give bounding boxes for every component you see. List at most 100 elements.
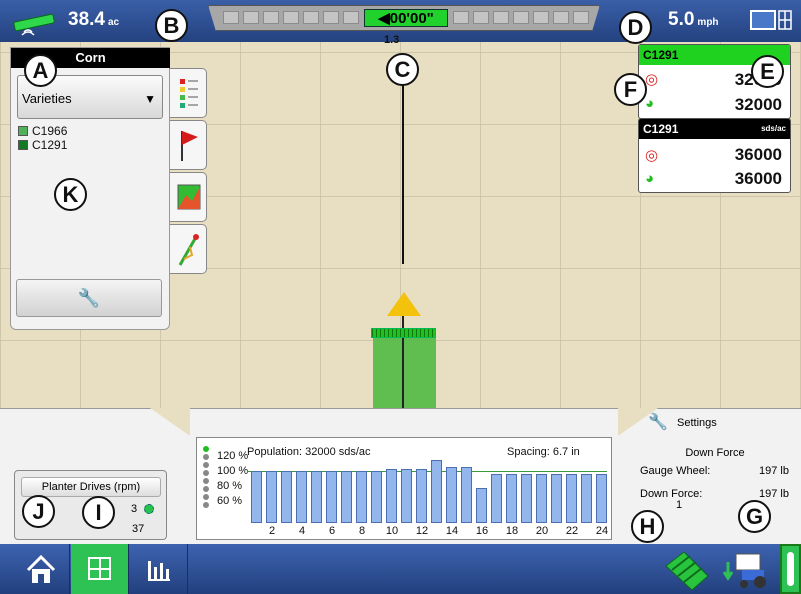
row-bar [551, 474, 562, 523]
implement-sections [371, 328, 436, 338]
drive-rpm: 37 [132, 523, 145, 535]
guidance-icon [178, 234, 199, 266]
x-tick-label: 20 [535, 525, 549, 537]
target-rate-icon: ◎ [645, 147, 659, 164]
speed-value: 5.0 [668, 9, 695, 30]
area-unit: ac [107, 17, 120, 28]
dropdown-arrow-icon: ▼ [144, 92, 156, 106]
home-button[interactable] [12, 544, 70, 594]
actual-rate-value: 32000 [734, 95, 782, 114]
wrench-icon: 🔧 [77, 288, 101, 308]
x-tick-label: 10 [385, 525, 399, 537]
actual-rate-icon: ◕ [645, 95, 655, 112]
flag-tab[interactable] [170, 120, 207, 170]
row-bar [521, 474, 532, 523]
planter-sections-icon[interactable] [662, 548, 712, 592]
dropdown-value: Varieties [22, 91, 72, 106]
x-tick-label: 12 [415, 525, 429, 537]
row-bar [386, 468, 397, 523]
row-indicator-dot [203, 462, 209, 468]
area-readout[interactable]: 38.4 ac [68, 9, 119, 31]
target-rate-icon: ◎ [645, 71, 659, 88]
legend-list-icon [180, 79, 198, 108]
y-tick-label: 100 % [217, 465, 249, 477]
row-bar [461, 466, 472, 523]
population-chart[interactable]: 120 % 100 % 80 % 60 % Population: 32000 … [196, 437, 612, 540]
gps-satellite-icon[interactable] [10, 10, 62, 36]
row-subvalue: 1 [676, 499, 683, 511]
settings-link[interactable]: Settings [677, 417, 717, 429]
rate-unit: sds/ac [761, 124, 786, 133]
y-tick-label: 80 % [217, 480, 243, 492]
row-bar [431, 459, 442, 523]
nav-bar [0, 544, 801, 594]
bar-chart-button[interactable] [130, 544, 188, 594]
target-rate-value: 36000 [734, 145, 782, 164]
x-tick-label: 24 [595, 525, 609, 537]
lightbar-segment [303, 11, 319, 24]
x-tick-label: 4 [298, 525, 306, 537]
lightbar-segment [513, 11, 529, 24]
top-bar: 38.4 ac ◀00'00" 5.0 mph [0, 0, 801, 42]
row-bar [446, 466, 457, 523]
map-layer-tab[interactable] [170, 172, 207, 222]
row-indicator-dot [203, 470, 209, 476]
row-bar [536, 474, 547, 523]
down-force-panel[interactable]: 🔧 Settings Down Force Gauge Wheel: 197 l… [640, 410, 800, 520]
lightbar-segment [493, 11, 509, 24]
lightbar-segment [223, 11, 239, 24]
lightbar-segment [323, 11, 339, 24]
lightbar-subtext: 1.3 [384, 34, 400, 46]
planter-drives-title: Planter Drives (rpm) [21, 477, 161, 497]
callout-f: F [614, 73, 647, 106]
legend-label: C1966 [32, 124, 68, 138]
callout-i: I [82, 496, 115, 529]
row-bar [371, 471, 382, 523]
status-indicator[interactable] [780, 544, 801, 594]
lightbar-segment [453, 11, 469, 24]
row-bar [266, 471, 277, 523]
row-bar [416, 468, 427, 523]
row-indicator-dot [203, 454, 209, 460]
map-layer-icon [177, 184, 201, 210]
lightbar-segment [553, 11, 569, 24]
x-tick-label: 22 [565, 525, 579, 537]
guidance-tab[interactable] [170, 224, 207, 274]
rate-panel-2[interactable]: C1291 sds/ac ◎ 36000 ◕ 36000 [638, 118, 791, 193]
display-toggle-icon[interactable] [749, 8, 793, 34]
lightbar-offset-value: 00'00" [389, 10, 434, 27]
guidance-line [402, 56, 404, 264]
x-tick-label: 2 [268, 525, 276, 537]
callout-g: G [738, 500, 771, 533]
legend-tab[interactable] [170, 68, 207, 118]
product-name: C1291 [643, 48, 679, 62]
down-force-title: Down Force [685, 447, 745, 459]
row-label: Down Force: [640, 488, 703, 500]
y-tick-label: 120 % [217, 450, 249, 462]
lightbar-segment [573, 11, 589, 24]
row-indicator-dot [203, 502, 209, 508]
row-indicator-dot [203, 446, 209, 452]
row-bar [281, 471, 292, 523]
row-bar [311, 471, 322, 523]
rate-panel-header: C1291 sds/ac [639, 119, 790, 139]
coverage-swath [373, 330, 436, 410]
callout-j: J [22, 495, 55, 528]
map-view-button[interactable] [71, 544, 129, 594]
y-tick-label: 60 % [217, 495, 243, 507]
lightbar-segment [473, 11, 489, 24]
lightbar[interactable]: ◀00'00" [208, 5, 600, 31]
row-indicator-dot [203, 494, 209, 500]
actual-rate-value: 36000 [734, 169, 782, 188]
lightbar-segment [343, 11, 359, 24]
row-bar [401, 468, 412, 523]
row-bar [566, 474, 577, 523]
tractor-implement-icon[interactable] [722, 548, 772, 592]
area-value: 38.4 [68, 9, 105, 30]
row-bar [296, 471, 307, 523]
legend-panel: Corn Varieties ▼ C1966 C1291 🔧 [10, 47, 170, 330]
speed-readout[interactable]: 5.0 mph [668, 9, 719, 31]
wrench-button[interactable]: 🔧 [16, 279, 162, 317]
legend-swatch [18, 126, 28, 136]
lightbar-offset: ◀00'00" [364, 9, 448, 27]
